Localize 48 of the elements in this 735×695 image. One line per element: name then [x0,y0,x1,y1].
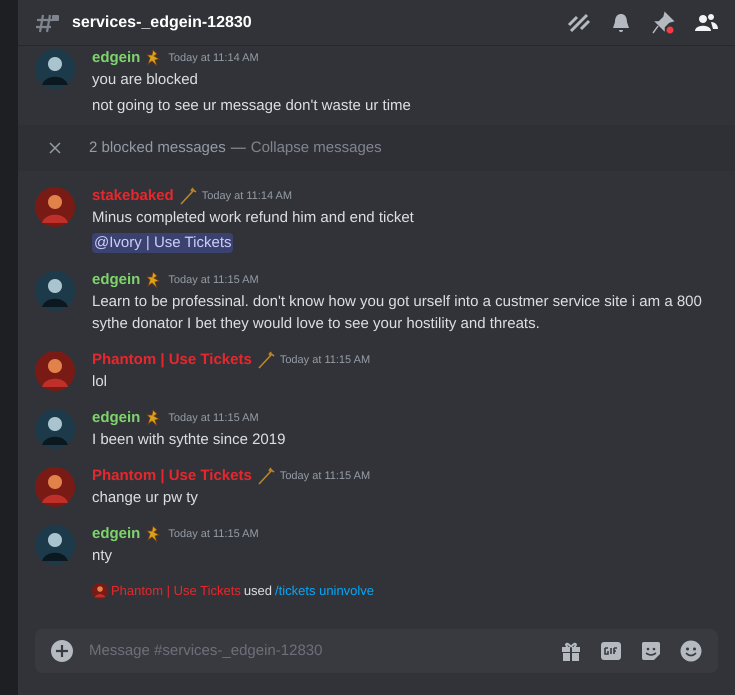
message-text: you are blocked [92,70,199,90]
sticker-icon[interactable] [640,640,662,662]
author-name[interactable]: Phantom | Use Tickets [92,464,252,488]
timestamp: Today at 11:15 AM [168,526,259,542]
timestamp: Today at 11:14 AM [202,188,292,204]
avatar-icon [35,351,75,391]
message-text: lol [92,372,108,392]
author-name[interactable]: edgein [92,406,140,430]
blocked-count: 2 blocked messages [89,138,226,158]
mention[interactable]: @Ivory | Use Tickets [92,233,234,253]
avatar-icon [35,271,75,311]
avatar-icon [35,49,75,89]
staff-icon [178,187,197,205]
command-verb: used [244,582,272,600]
author-name[interactable]: stakebaked [92,184,174,208]
message-text: Learn to be professinal. don't know how you got urself into a custmer service site i am a 800 sythe donator I bet they would love to see your hostility and threats. [92,292,703,334]
timestamp: Today at 11:14 AM [168,50,259,66]
author-name[interactable]: edgein [92,268,140,292]
avatar-icon [92,582,108,599]
avatar-icon [35,467,75,507]
emoji-icon[interactable] [680,640,702,662]
message-text: Minus completed work refund him and end ticket [92,208,415,228]
channel-name: services-_edgein-12830 [72,12,252,32]
timestamp: Today at 11:15 AM [168,272,259,288]
timestamp: Today at 11:15 AM [280,352,370,368]
separator: — [230,138,246,158]
collapse-link[interactable]: Collapse messages [250,136,382,160]
gift-icon[interactable] [560,640,582,662]
close-icon[interactable] [49,142,61,154]
timestamp: Today at 11:15 AM [280,468,370,484]
message-text: change ur pw ty [92,488,199,508]
avatar-icon [35,525,75,565]
message-text: I been with sythte since 2019 [92,430,286,450]
avatar-icon [35,187,75,227]
author-name[interactable]: edgein [92,46,140,70]
staff-icon [256,467,275,485]
command-link[interactable]: /tickets uninvolve [275,581,374,600]
message-text: nty [92,546,114,566]
staff-icon [256,351,275,369]
plus-icon[interactable] [51,640,73,662]
author-name[interactable]: Phantom | Use Tickets [111,581,241,600]
timestamp: Today at 11:15 AM [168,410,259,426]
gif-icon[interactable] [600,640,622,662]
message-text: not going to see ur message don't waste ur time [92,96,412,116]
avatar-icon [35,409,75,449]
author-name[interactable]: Phantom | Use Tickets [92,348,252,372]
author-name[interactable]: edgein [92,522,140,546]
pin-icon[interactable] [651,10,675,34]
